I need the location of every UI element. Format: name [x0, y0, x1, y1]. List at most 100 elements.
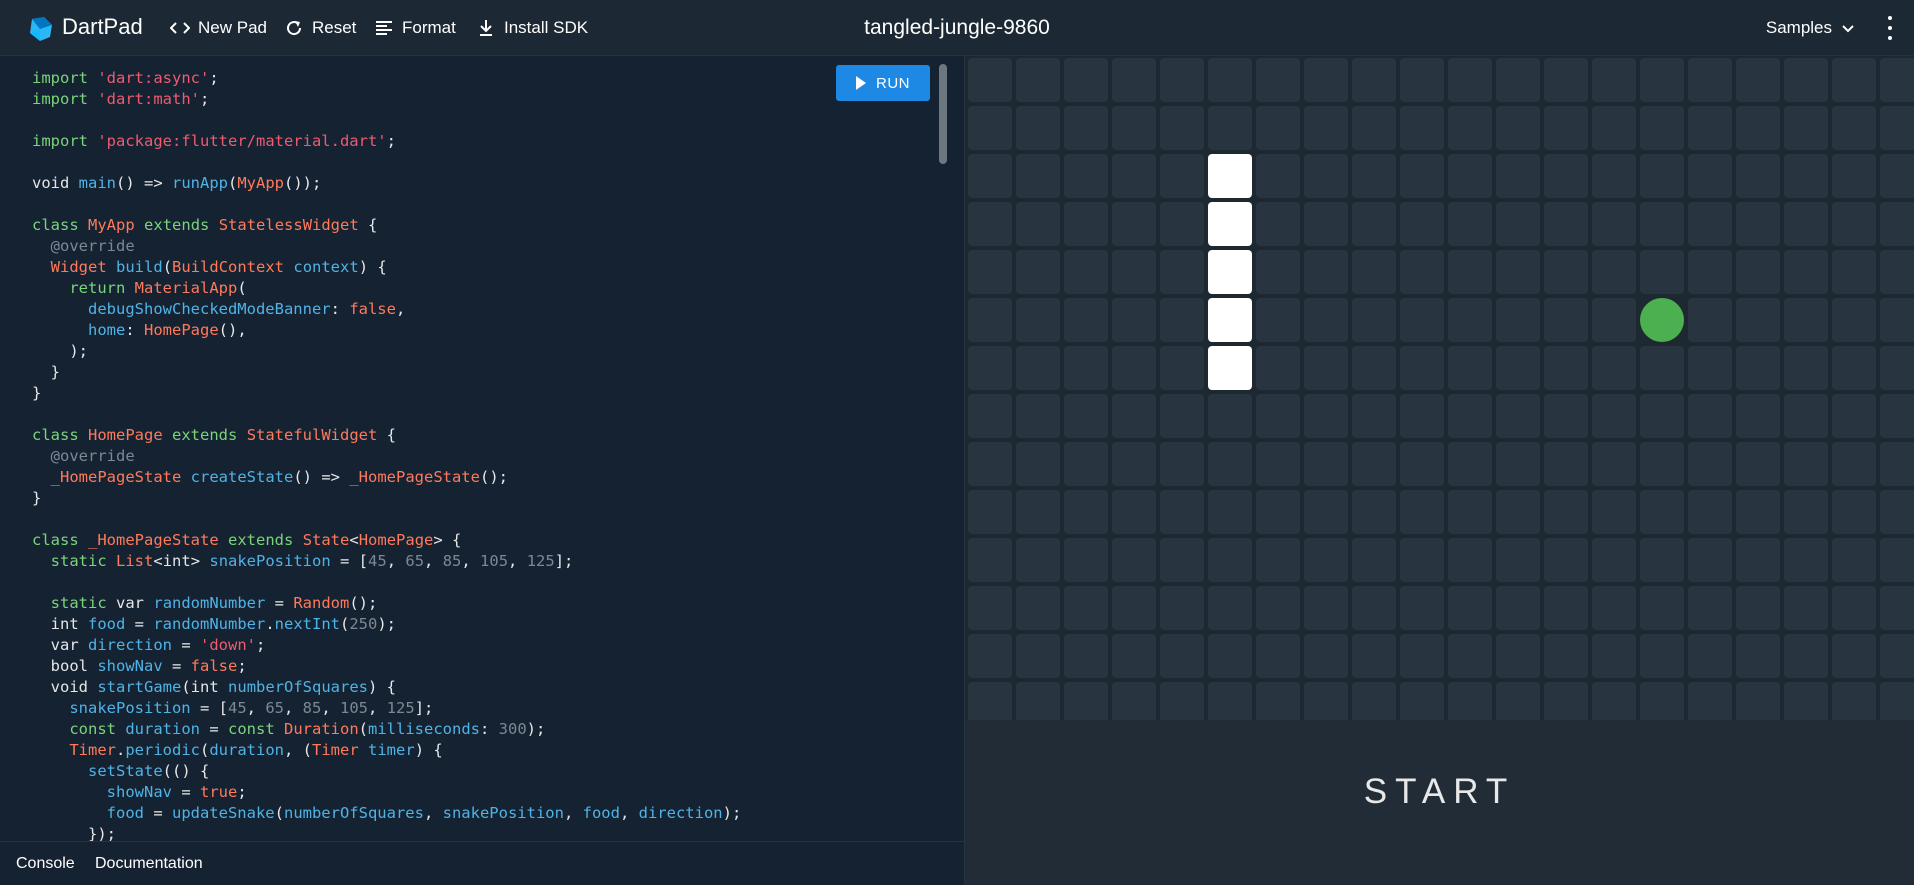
grid-cell: [1304, 250, 1348, 294]
grid-cell: [1352, 346, 1396, 390]
grid-cell: [1064, 58, 1108, 102]
grid-cell: [1064, 442, 1108, 486]
grid-cell: [1832, 442, 1876, 486]
grid-cell: [1688, 538, 1732, 582]
grid-cell: [1208, 682, 1252, 720]
grid-cell: [1112, 538, 1156, 582]
documentation-tab[interactable]: Documentation: [95, 855, 203, 873]
code-line: class _HomePageState extends State<HomeP…: [32, 531, 462, 549]
grid-cell: [1832, 106, 1876, 150]
grid-cell: [1688, 682, 1732, 720]
start-button[interactable]: START: [965, 772, 1914, 812]
code-line: var direction = 'down';: [50, 636, 266, 654]
grid-cell: [1256, 442, 1300, 486]
grid-cell: [1064, 586, 1108, 630]
code-line: snakePosition = [45, 65, 85, 105, 125];: [69, 699, 434, 717]
format-button[interactable]: Format: [374, 18, 456, 38]
grid-cell: [1880, 346, 1914, 390]
grid-cell: [1880, 202, 1914, 246]
code-editor[interactable]: import 'dart:async'; import 'dart:math'; …: [0, 56, 964, 841]
grid-cell: [1112, 394, 1156, 438]
grid-cell: [1496, 538, 1540, 582]
grid-cell: [1112, 250, 1156, 294]
pad-title[interactable]: tangled-jungle-9860: [864, 16, 1050, 39]
reset-label: Reset: [312, 18, 357, 37]
format-lines-icon: [374, 18, 394, 38]
grid-cell: [1304, 394, 1348, 438]
grid-cell: [1640, 202, 1684, 246]
code-line: debugShowCheckedModeBanner: false,: [88, 300, 406, 318]
grid-cell: [1544, 58, 1588, 102]
install-sdk-label: Install SDK: [504, 18, 589, 37]
grid-cell: [1832, 682, 1876, 720]
grid-cell: [968, 586, 1012, 630]
grid-cell: [1688, 346, 1732, 390]
console-tab[interactable]: Console: [16, 855, 75, 873]
grid-cell: [1688, 442, 1732, 486]
grid-cell: [1832, 298, 1876, 342]
grid-cell: [1256, 202, 1300, 246]
game-grid[interactable]: [965, 56, 1914, 720]
more-vert-icon[interactable]: [1880, 16, 1900, 40]
snake-segment: [1208, 202, 1252, 246]
samples-dropdown[interactable]: Samples: [1766, 18, 1854, 38]
grid-cell: [1016, 490, 1060, 534]
grid-cell: [1880, 634, 1914, 678]
grid-cell: [1832, 58, 1876, 102]
grid-cell: [1640, 154, 1684, 198]
grid-cell: [1544, 106, 1588, 150]
grid-cell: [1736, 442, 1780, 486]
grid-cell: [1736, 586, 1780, 630]
grid-cell: [1784, 154, 1828, 198]
grid-cell: [1400, 202, 1444, 246]
grid-cell: [1784, 394, 1828, 438]
grid-cell: [1832, 346, 1876, 390]
grid-cell: [1112, 490, 1156, 534]
grid-cell: [1592, 538, 1636, 582]
grid-cell: [1256, 682, 1300, 720]
code-line: @override: [50, 237, 135, 255]
grid-cell: [1832, 154, 1876, 198]
grid-cell: [1688, 58, 1732, 102]
grid-cell: [1688, 202, 1732, 246]
grid-cell: [1784, 586, 1828, 630]
grid-cell: [1544, 538, 1588, 582]
new-pad-button[interactable]: New Pad: [170, 18, 267, 38]
grid-cell: [1064, 538, 1108, 582]
dart-logo-icon: [30, 17, 52, 41]
grid-cell: [1688, 634, 1732, 678]
grid-cell: [1736, 298, 1780, 342]
grid-cell: [1592, 154, 1636, 198]
grid-cell: [1688, 490, 1732, 534]
grid-cell: [1400, 682, 1444, 720]
grid-cell: [1496, 154, 1540, 198]
grid-cell: [1256, 490, 1300, 534]
grid-cell: [1592, 106, 1636, 150]
grid-cell: [1880, 154, 1914, 198]
grid-cell: [1304, 682, 1348, 720]
grid-cell: [1016, 634, 1060, 678]
grid-cell: [1352, 490, 1396, 534]
grid-cell: [1592, 586, 1636, 630]
editor-scrollbar[interactable]: [939, 64, 947, 164]
code-line: bool showNav = false;: [50, 657, 247, 675]
grid-cell: [1784, 106, 1828, 150]
run-button[interactable]: RUN: [836, 65, 930, 101]
code-line: import 'dart:async';: [32, 69, 219, 87]
grid-cell: [1448, 202, 1492, 246]
app-name: DartPad: [62, 14, 143, 39]
grid-cell: [968, 442, 1012, 486]
grid-cell: [1208, 586, 1252, 630]
grid-cell: [1592, 490, 1636, 534]
bottom-panel-bar: Console Documentation: [0, 841, 964, 885]
code-content[interactable]: import 'dart:async'; import 'dart:math'; …: [32, 68, 741, 841]
grid-cell: [1016, 442, 1060, 486]
grid-cell: [1880, 250, 1914, 294]
reset-button[interactable]: Reset: [284, 18, 356, 38]
grid-cell: [1544, 394, 1588, 438]
install-sdk-button[interactable]: Install SDK: [476, 18, 588, 38]
grid-cell: [1256, 298, 1300, 342]
grid-cell: [1352, 58, 1396, 102]
